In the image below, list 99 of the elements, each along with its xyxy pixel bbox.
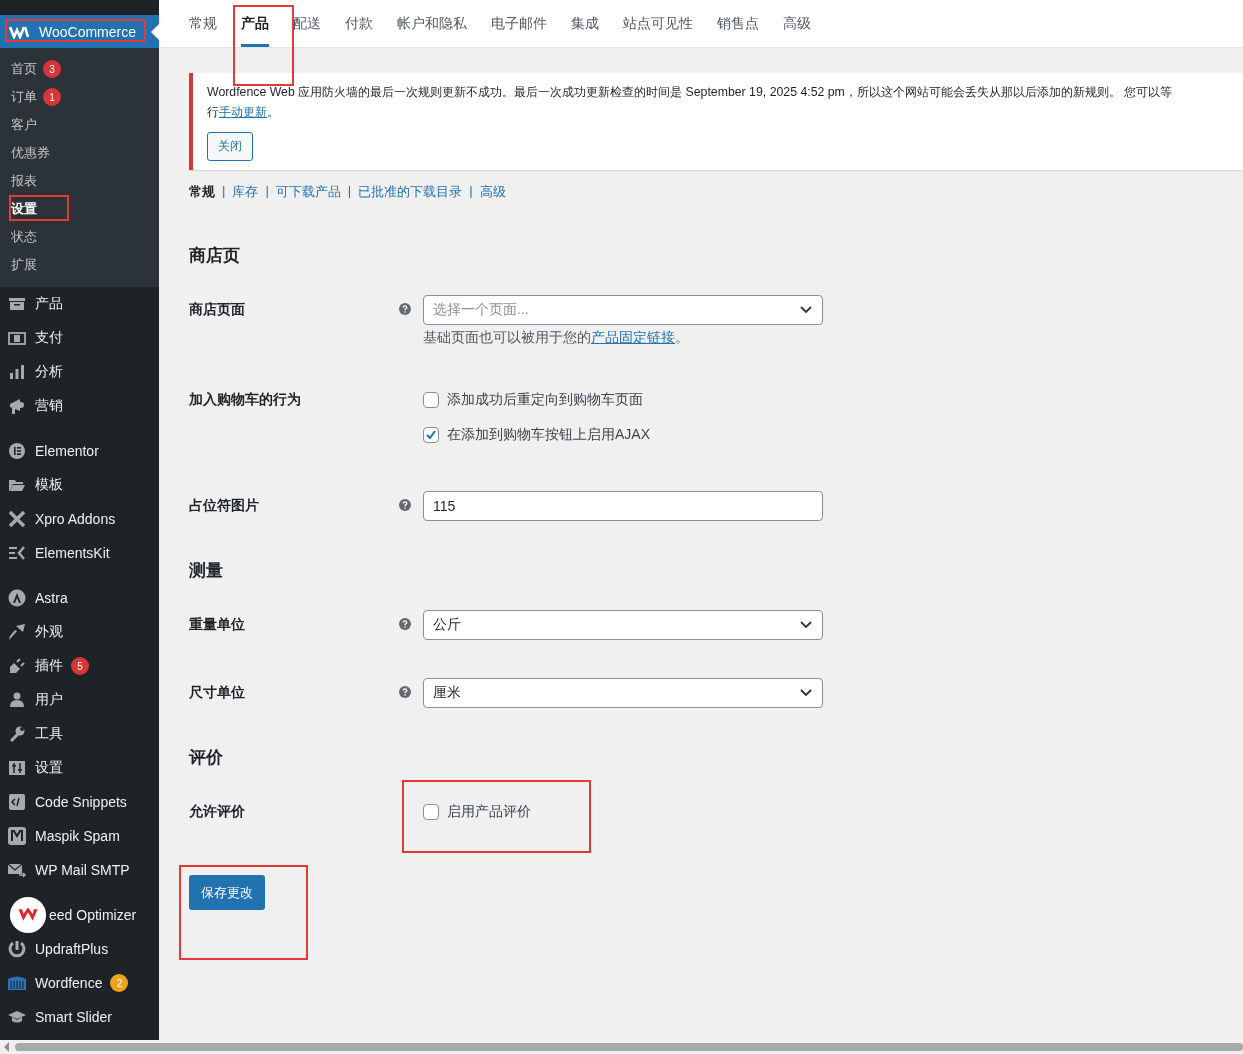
- checkbox-label[interactable]: 启用产品评价: [447, 803, 531, 821]
- sidebar-item[interactable]: 工具: [0, 717, 159, 751]
- person-icon: [7, 690, 27, 710]
- field-label: 加入购物车的行为: [189, 390, 302, 409]
- separator: |: [222, 183, 226, 200]
- count-badge: 1: [43, 88, 61, 106]
- triangle-circle-icon: [7, 588, 27, 608]
- sidebar-item[interactable]: Smart Slider: [0, 1000, 159, 1034]
- sidebar-item[interactable]: Astra: [0, 581, 159, 615]
- wrench-icon: [7, 724, 27, 744]
- section-heading: 评价: [189, 747, 224, 769]
- help-icon[interactable]: [399, 686, 411, 698]
- sidebar-item[interactable]: UpdraftPlus: [0, 932, 159, 966]
- sidebar-item[interactable]: Elementor: [0, 434, 159, 468]
- settings-tab[interactable]: 帐户和隐私: [397, 0, 467, 47]
- section-heading: 商店页: [189, 245, 241, 267]
- sidebar-item[interactable]: 支付: [0, 321, 159, 355]
- cross-icon: [7, 509, 27, 529]
- help-icon[interactable]: [399, 499, 411, 511]
- unit-select[interactable]: 公斤: [423, 610, 823, 640]
- checkbox-label[interactable]: 在添加到购物车按钮上启用AJAX: [447, 426, 650, 444]
- help-icon[interactable]: [399, 303, 411, 315]
- sidebar-item[interactable]: 插件 5: [0, 649, 159, 683]
- field-label: 重量单位: [189, 615, 246, 634]
- settings-tab[interactable]: 电子邮件: [491, 0, 547, 47]
- sidebar-item[interactable]: WP Mail SMTP: [0, 853, 159, 887]
- circle-lines-icon: [7, 441, 27, 461]
- unit-select[interactable]: 厘米: [423, 678, 823, 708]
- horizontal-scrollbar[interactable]: [0, 1040, 1243, 1054]
- sliders-icon: [7, 758, 27, 778]
- submenu-item[interactable]: 报表: [0, 167, 159, 195]
- megaphone-icon: [7, 396, 27, 416]
- notice-message: Wordfence Web 应用防火墙的最后一次规则更新不成功。最后一次成功更新检查的时间是 September 19, 2025 4:52 pm，所以这个网站可能会丢失从那以后添加的新规则。 您可以等 行手动更新。: [207, 84, 1174, 121]
- chevron-down-icon: [800, 621, 812, 629]
- checkbox-label[interactable]: 添加成功后重定向到购物车页面: [447, 391, 643, 409]
- field-label: 允许评价: [189, 802, 246, 821]
- field-label: 尺寸单位: [189, 683, 246, 702]
- help-icon[interactable]: [399, 618, 411, 630]
- input-field[interactable]: 115: [423, 491, 823, 521]
- section-heading: 测量: [189, 560, 224, 582]
- highlight-frame: [9, 195, 69, 221]
- sidebar-item[interactable]: 模板: [0, 468, 159, 502]
- separator: |: [347, 183, 352, 200]
- checkbox[interactable]: [423, 392, 439, 408]
- submenu-item[interactable]: 状态: [0, 223, 159, 251]
- field-label: 占位符图片: [189, 496, 260, 515]
- sidebar-item[interactable]: 营销: [0, 389, 159, 423]
- update-link[interactable]: 手动更新: [219, 105, 267, 119]
- sidebar-item[interactable]: 外观: [0, 615, 159, 649]
- logo-icon: [9, 24, 31, 39]
- sidebar-item[interactable]: 分析: [0, 355, 159, 389]
- close-button[interactable]: 关闭: [207, 132, 253, 161]
- settings-tab[interactable]: 常规: [189, 0, 217, 47]
- sidebar-item[interactable]: eed Optimizer: [0, 898, 159, 932]
- section-link[interactable]: 高级: [479, 183, 506, 201]
- submenu-item[interactable]: 客户: [0, 111, 159, 139]
- settings-tab[interactable]: 销售点: [717, 0, 759, 47]
- sidebar-item[interactable]: 用户: [0, 683, 159, 717]
- bar-chart-icon: [7, 362, 27, 382]
- submenu-item[interactable]: 首页 3: [0, 55, 159, 83]
- field-description: 基础页面也可以被用于您的产品固定链接。: [423, 329, 690, 347]
- settings-tab[interactable]: 站点可见性: [623, 0, 693, 47]
- separator: |: [469, 183, 473, 200]
- sidebar-item[interactable]: 产品: [0, 287, 159, 321]
- field-label: 商店页面: [189, 300, 246, 319]
- sidebar-item[interactable]: ElementsKit: [0, 536, 159, 570]
- section-link[interactable]: 常规: [189, 183, 215, 201]
- sidebar-item[interactable]: Maspik Spam: [0, 819, 159, 853]
- checkbox[interactable]: [423, 804, 439, 820]
- count-badge: 3: [43, 60, 61, 78]
- sidebar-item[interactable]: Wordfence 2: [0, 966, 159, 1000]
- submenu-item[interactable]: 优惠券: [0, 139, 159, 167]
- settings-tab[interactable]: 产品: [241, 0, 269, 47]
- count-badge: 5: [71, 657, 89, 675]
- settings-tab[interactable]: 付款: [345, 0, 373, 47]
- section-link[interactable]: 库存: [232, 183, 259, 201]
- plug-icon: [7, 656, 27, 676]
- submenu-item[interactable]: 设置: [0, 195, 159, 223]
- sidebar-item[interactable]: 设置: [0, 751, 159, 785]
- code-icon: [7, 792, 27, 812]
- submenu-item[interactable]: 订单 1: [0, 83, 159, 111]
- settings-tab[interactable]: 配送: [293, 0, 321, 47]
- square-icon: [7, 826, 27, 846]
- floating-app-icon[interactable]: [9, 896, 47, 934]
- section-link[interactable]: 已批准的下载目录: [358, 183, 463, 201]
- chevron-down-icon: [800, 306, 812, 314]
- section-link[interactable]: 可下载产品: [275, 183, 341, 201]
- count-badge: 2: [110, 974, 129, 992]
- sidebar-item[interactable]: Xpro Addons: [0, 502, 159, 536]
- chevron-down-icon: [800, 689, 812, 697]
- submenu-item[interactable]: 扩展: [0, 251, 159, 279]
- checkbox[interactable]: [423, 427, 439, 443]
- sidebar-item[interactable]: Code Snippets: [0, 785, 159, 819]
- separator: |: [265, 183, 269, 200]
- settings-tab[interactable]: 高级: [783, 0, 811, 47]
- save-button[interactable]: 保存更改: [189, 875, 265, 910]
- settings-tab[interactable]: 集成: [571, 0, 599, 47]
- power-circle-icon: [7, 939, 27, 959]
- permalink-link[interactable]: 产品固定链接: [591, 329, 675, 345]
